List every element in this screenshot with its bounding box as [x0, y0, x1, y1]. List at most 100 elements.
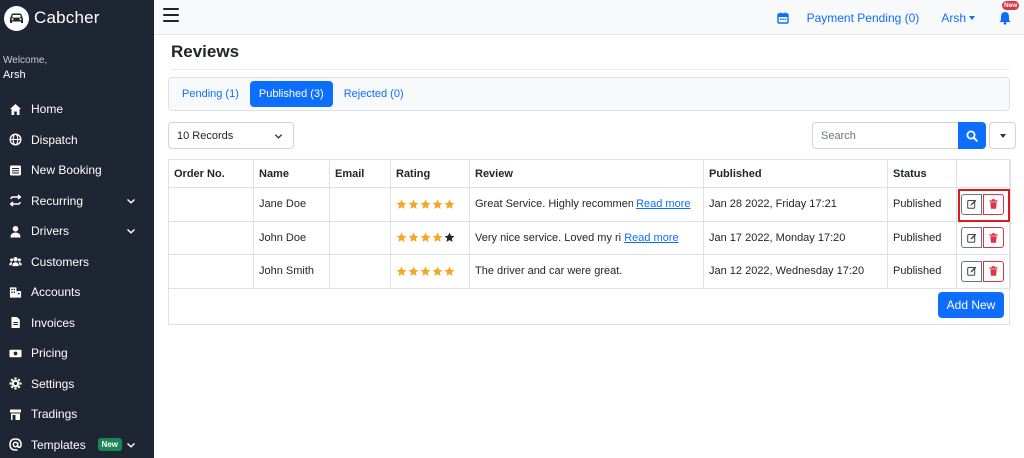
- gear-icon: [9, 377, 22, 390]
- row-actions: [961, 227, 1004, 249]
- file-icon: [9, 316, 22, 329]
- brand[interactable]: Cabcher: [0, 0, 154, 36]
- delete-button[interactable]: [983, 260, 1004, 282]
- sidebar-item-settings[interactable]: Settings: [0, 369, 154, 400]
- column-header[interactable]: Published: [703, 159, 888, 188]
- sidebar-item-label: Templates: [31, 437, 86, 452]
- calendar-icon[interactable]: [776, 12, 789, 24]
- sidebar-item-pricing[interactable]: Pricing: [0, 338, 154, 369]
- sidebar-item-new-booking[interactable]: New Booking: [0, 155, 154, 186]
- sidebar-item-recurring[interactable]: Recurring: [0, 186, 154, 217]
- edit-button[interactable]: [961, 260, 982, 282]
- review-tabs: Pending (1) Published (3) Rejected (0): [168, 77, 1010, 111]
- store-icon: [9, 408, 22, 421]
- column-header[interactable]: Review: [469, 159, 704, 188]
- new-badge: New: [97, 438, 122, 452]
- table-header-row: Order No. Name Email Rating Review Published S…: [168, 159, 1011, 188]
- sidebar-item-drivers[interactable]: Drivers: [0, 216, 154, 247]
- sidebar-item-label: Dispatch: [31, 132, 78, 147]
- car-logo-icon: [4, 5, 29, 31]
- table-row: John Doe Very nice service. Loved my ri R…: [168, 220, 1011, 255]
- search-input[interactable]: [812, 122, 958, 149]
- menu-toggle-icon[interactable]: [163, 8, 179, 22]
- star-filled-icon: [420, 232, 431, 243]
- sidebar-item-label: Recurring: [31, 193, 84, 208]
- search-button[interactable]: [958, 122, 986, 149]
- star-filled-icon: [420, 266, 431, 276]
- star-filled-icon: [420, 199, 431, 209]
- sidebar-item-label: New Booking: [31, 163, 102, 178]
- star-filled-icon: [444, 199, 455, 209]
- welcome-block: Welcome, Arsh: [0, 36, 154, 83]
- sidebar-item-tradings[interactable]: Tradings: [0, 399, 154, 430]
- read-more-link[interactable]: Read more: [636, 198, 690, 210]
- column-header[interactable]: Order No.: [168, 159, 254, 188]
- star-filled-icon: [432, 199, 443, 209]
- rating-cell: [390, 254, 470, 289]
- name-cell: Jane Doe: [253, 187, 330, 222]
- published-cell: Jan 12 2022, Wednesday 17:20: [703, 254, 888, 289]
- name-cell: John Doe: [253, 220, 330, 255]
- search-icon: [966, 130, 978, 142]
- users-icon: [9, 255, 22, 268]
- published-cell: Jan 28 2022, Friday 17:21: [703, 187, 888, 222]
- search-options-dropdown[interactable]: [989, 122, 1016, 149]
- records-per-page-select[interactable]: 10 Records: [168, 122, 294, 149]
- sidebar-item-customers[interactable]: Customers: [0, 247, 154, 278]
- column-header[interactable]: Email: [329, 159, 391, 188]
- edit-icon: [966, 266, 976, 277]
- sidebar-item-label: Tradings: [31, 407, 78, 422]
- column-header[interactable]: Status: [887, 159, 957, 188]
- sidebar-item-label: Accounts: [31, 285, 81, 300]
- topbar-right: Payment Pending (0) Arsh New: [776, 0, 1024, 35]
- tab-pending[interactable]: Pending (1): [173, 81, 248, 107]
- review-cell: The driver and car were great.: [469, 254, 704, 289]
- star-filled-icon: [396, 232, 407, 243]
- sidebar-item-accounts[interactable]: Accounts: [0, 277, 154, 308]
- sidebar-item-label: Pricing: [31, 346, 68, 361]
- edit-icon: [966, 199, 976, 210]
- add-new-button[interactable]: Add New: [938, 292, 1004, 318]
- chevron-down-icon: [274, 134, 283, 139]
- page-title: Reviews: [171, 42, 240, 61]
- column-header[interactable]: [956, 159, 1011, 188]
- notification-badge: New: [1002, 0, 1020, 10]
- money-icon: [9, 347, 22, 360]
- sidebar: Cabcher Welcome, Arsh Home Dispatch New Bo…: [0, 0, 154, 458]
- delete-button[interactable]: [983, 227, 1004, 249]
- sidebar-item-dispatch[interactable]: Dispatch: [0, 125, 154, 156]
- star-filled-icon: [444, 266, 455, 276]
- records-per-page-value: 10 Records: [177, 129, 234, 142]
- sidebar-item-label: Settings: [31, 376, 75, 391]
- order-cell: [168, 220, 254, 255]
- delete-button[interactable]: [983, 193, 1004, 215]
- repeat-icon: [9, 194, 22, 207]
- rating-cell: [390, 220, 470, 255]
- column-header[interactable]: Rating: [390, 159, 470, 188]
- topbar: Payment Pending (0) Arsh New: [154, 0, 1024, 35]
- sidebar-item-label: Home: [31, 102, 64, 117]
- sidebar-item-home[interactable]: Home: [0, 94, 154, 125]
- divider: [171, 69, 1010, 70]
- read-more-link[interactable]: Read more: [624, 232, 678, 244]
- email-cell: [329, 187, 391, 222]
- chevron-down-icon: [127, 229, 135, 235]
- actions-cell: [956, 187, 1011, 222]
- tab-rejected[interactable]: Rejected (0): [335, 81, 413, 107]
- table-row: Jane Doe Great Service. Highly recommen R…: [168, 187, 1011, 222]
- table-body: Jane Doe Great Service. Highly recommen R…: [168, 187, 1011, 289]
- sidebar-item-templates[interactable]: Templates New: [0, 430, 154, 458]
- tab-published[interactable]: Published (3): [249, 81, 333, 107]
- edit-button[interactable]: [961, 227, 982, 249]
- star-rating: [396, 232, 455, 243]
- notifications[interactable]: New: [998, 0, 1020, 25]
- globe-icon: [9, 133, 22, 146]
- user-menu[interactable]: Arsh: [941, 11, 975, 25]
- payment-pending-link[interactable]: Payment Pending (0): [807, 11, 920, 25]
- column-header[interactable]: Name: [253, 159, 330, 188]
- user-menu-label: Arsh: [941, 10, 966, 25]
- trash-icon: [989, 199, 998, 210]
- sidebar-item-invoices[interactable]: Invoices: [0, 308, 154, 339]
- edit-button[interactable]: [961, 193, 982, 215]
- brand-name: Cabcher: [34, 8, 100, 27]
